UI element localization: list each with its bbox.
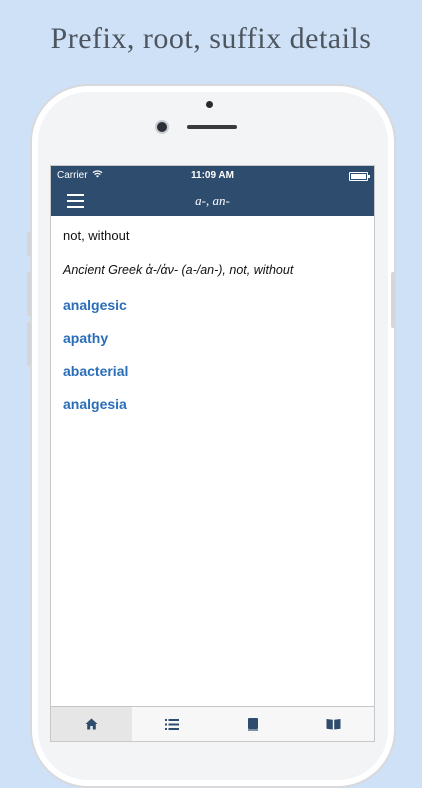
status-bar: Carrier 11:09 AM xyxy=(51,166,374,186)
open-book-icon xyxy=(326,719,341,730)
example-word-link[interactable]: analgesic xyxy=(63,297,362,313)
promo-headline: Prefix, root, suffix details xyxy=(50,22,372,55)
battery-icon xyxy=(349,172,370,181)
volume-button xyxy=(27,272,31,316)
book-icon xyxy=(247,717,258,731)
tab-book[interactable] xyxy=(213,707,294,741)
example-word-link[interactable]: apathy xyxy=(63,330,362,346)
tab-open-book[interactable] xyxy=(293,707,374,741)
phone-camera xyxy=(157,122,167,132)
volume-button xyxy=(27,322,31,366)
example-word-link[interactable]: abacterial xyxy=(63,363,362,379)
list-icon xyxy=(165,718,180,730)
navigation-bar: a-, an- xyxy=(51,186,374,216)
home-icon xyxy=(85,718,98,730)
entry-etymology: Ancient Greek ἀ-/ἀν- (a-/an-), not, with… xyxy=(63,263,294,277)
example-list: analgesic apathy abacterial analgesia xyxy=(63,297,362,412)
power-button xyxy=(391,272,395,328)
page-title: a-, an- xyxy=(195,193,230,208)
phone-speaker xyxy=(187,125,237,129)
app-screen: Carrier 11:09 AM a-, an- not, without An… xyxy=(50,165,375,742)
entry-meaning: not, without xyxy=(63,228,130,243)
volume-button xyxy=(27,232,31,256)
status-time: 11:09 AM xyxy=(191,170,234,181)
tab-list[interactable] xyxy=(132,707,213,741)
tab-bar xyxy=(51,706,374,741)
tab-home[interactable] xyxy=(51,707,132,741)
example-word-link[interactable]: analgesia xyxy=(63,396,362,412)
phone-sensor xyxy=(206,101,213,108)
entry-content: not, without Ancient Greek ἀ-/ἀν- (a-/an… xyxy=(51,216,374,412)
